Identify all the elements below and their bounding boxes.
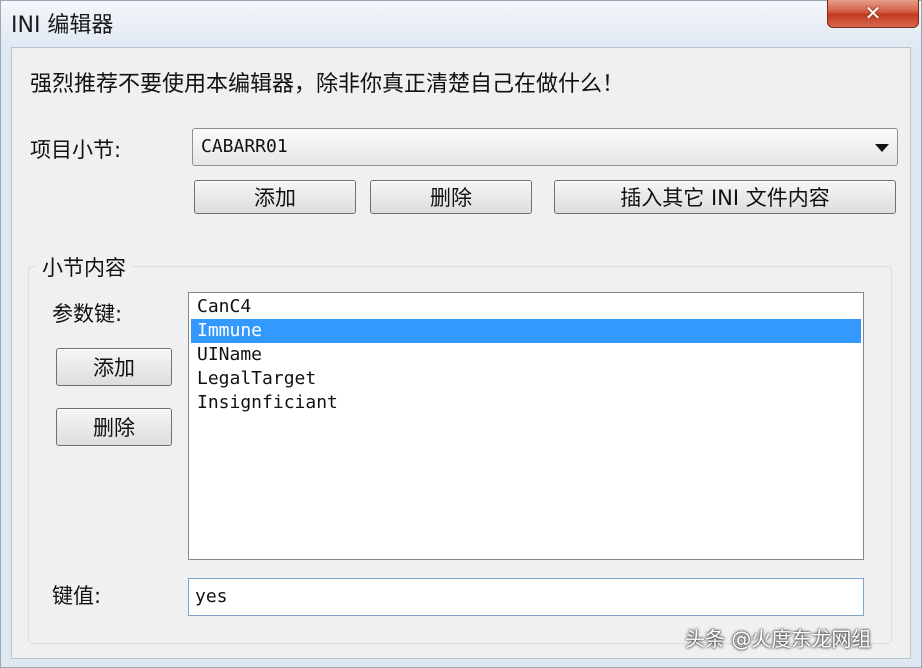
section-select-value: CABARR01 <box>201 136 288 157</box>
delete-key-button[interactable]: 删除 <box>56 408 172 446</box>
watermark: 头条 @火度东龙网组 <box>685 627 872 651</box>
key-list-item[interactable]: Immune <box>191 319 861 343</box>
key-list-item[interactable]: LegalTarget <box>191 367 861 391</box>
section-content-title: 小节内容 <box>36 252 132 282</box>
key-listbox[interactable]: CanC4 Immune UIName LegalTarget Insignfician… <box>188 292 864 560</box>
key-list-item[interactable]: UIName <box>191 343 861 367</box>
close-button[interactable]: ✕ <box>827 0 919 28</box>
key-label: 参数键: <box>52 302 123 326</box>
value-input[interactable]: yes <box>188 578 864 616</box>
add-section-button[interactable]: 添加 <box>194 180 356 214</box>
add-key-button[interactable]: 添加 <box>56 348 172 386</box>
title-bar: INI 编辑器 ✕ <box>1 0 921 41</box>
section-label: 项目小节: <box>30 138 122 162</box>
dialog-body: 强烈推荐不要使用本编辑器，除非你真正清楚自己在做什么！ 项目小节: CABARR… <box>11 47 911 659</box>
ini-editor-window: INI 编辑器 ✕ 强烈推荐不要使用本编辑器，除非你真正清楚自己在做什么！ 项目… <box>0 0 922 668</box>
close-icon: ✕ <box>864 1 882 25</box>
value-label: 键值: <box>52 584 102 608</box>
key-list-item[interactable]: Insignficiant <box>191 391 861 415</box>
chevron-down-icon[interactable] <box>875 144 889 152</box>
insert-ini-button[interactable]: 插入其它 INI 文件内容 <box>554 180 896 214</box>
key-list-item[interactable]: CanC4 <box>191 295 861 319</box>
window-title: INI 编辑器 <box>11 13 114 38</box>
delete-section-button[interactable]: 删除 <box>370 180 532 214</box>
warning-text: 强烈推荐不要使用本编辑器，除非你真正清楚自己在做什么！ <box>30 72 625 97</box>
section-select[interactable]: CABARR01 <box>192 128 898 166</box>
